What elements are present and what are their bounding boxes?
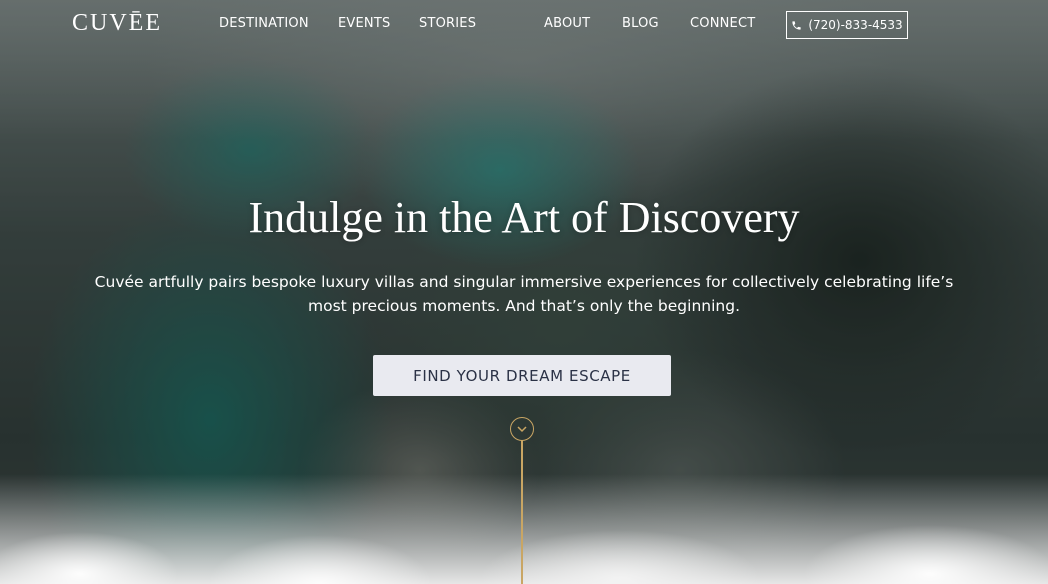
nav-link-blog[interactable]: BLOG	[622, 16, 659, 31]
nav-link-events[interactable]: EVENTS	[338, 16, 390, 31]
scroll-indicator-line	[521, 440, 523, 584]
brand-logo[interactable]: CUVĒE	[72, 10, 162, 37]
phone-number: (720)-833-4533	[808, 18, 903, 32]
top-navigation: CUVĒE DESTINATION EVENTS STORIES ABOUT B…	[0, 0, 1048, 50]
phone-icon	[791, 20, 802, 31]
nav-link-connect[interactable]: CONNECT	[690, 16, 755, 31]
nav-link-stories[interactable]: STORIES	[419, 16, 476, 31]
nav-link-destination[interactable]: DESTINATION	[219, 16, 309, 31]
nav-link-about[interactable]: ABOUT	[544, 16, 590, 31]
hero-mist-bottom	[0, 474, 1048, 584]
chevron-down-icon	[517, 420, 527, 438]
hero-subtext: Cuvée artfully pairs bespoke luxury vill…	[94, 273, 954, 315]
find-dream-escape-button[interactable]: FIND YOUR DREAM ESCAPE	[373, 355, 671, 396]
hero-headline: Indulge in the Art of Discovery	[248, 193, 800, 242]
scroll-down-button[interactable]	[510, 417, 534, 441]
phone-button[interactable]: (720)-833-4533	[786, 11, 908, 39]
